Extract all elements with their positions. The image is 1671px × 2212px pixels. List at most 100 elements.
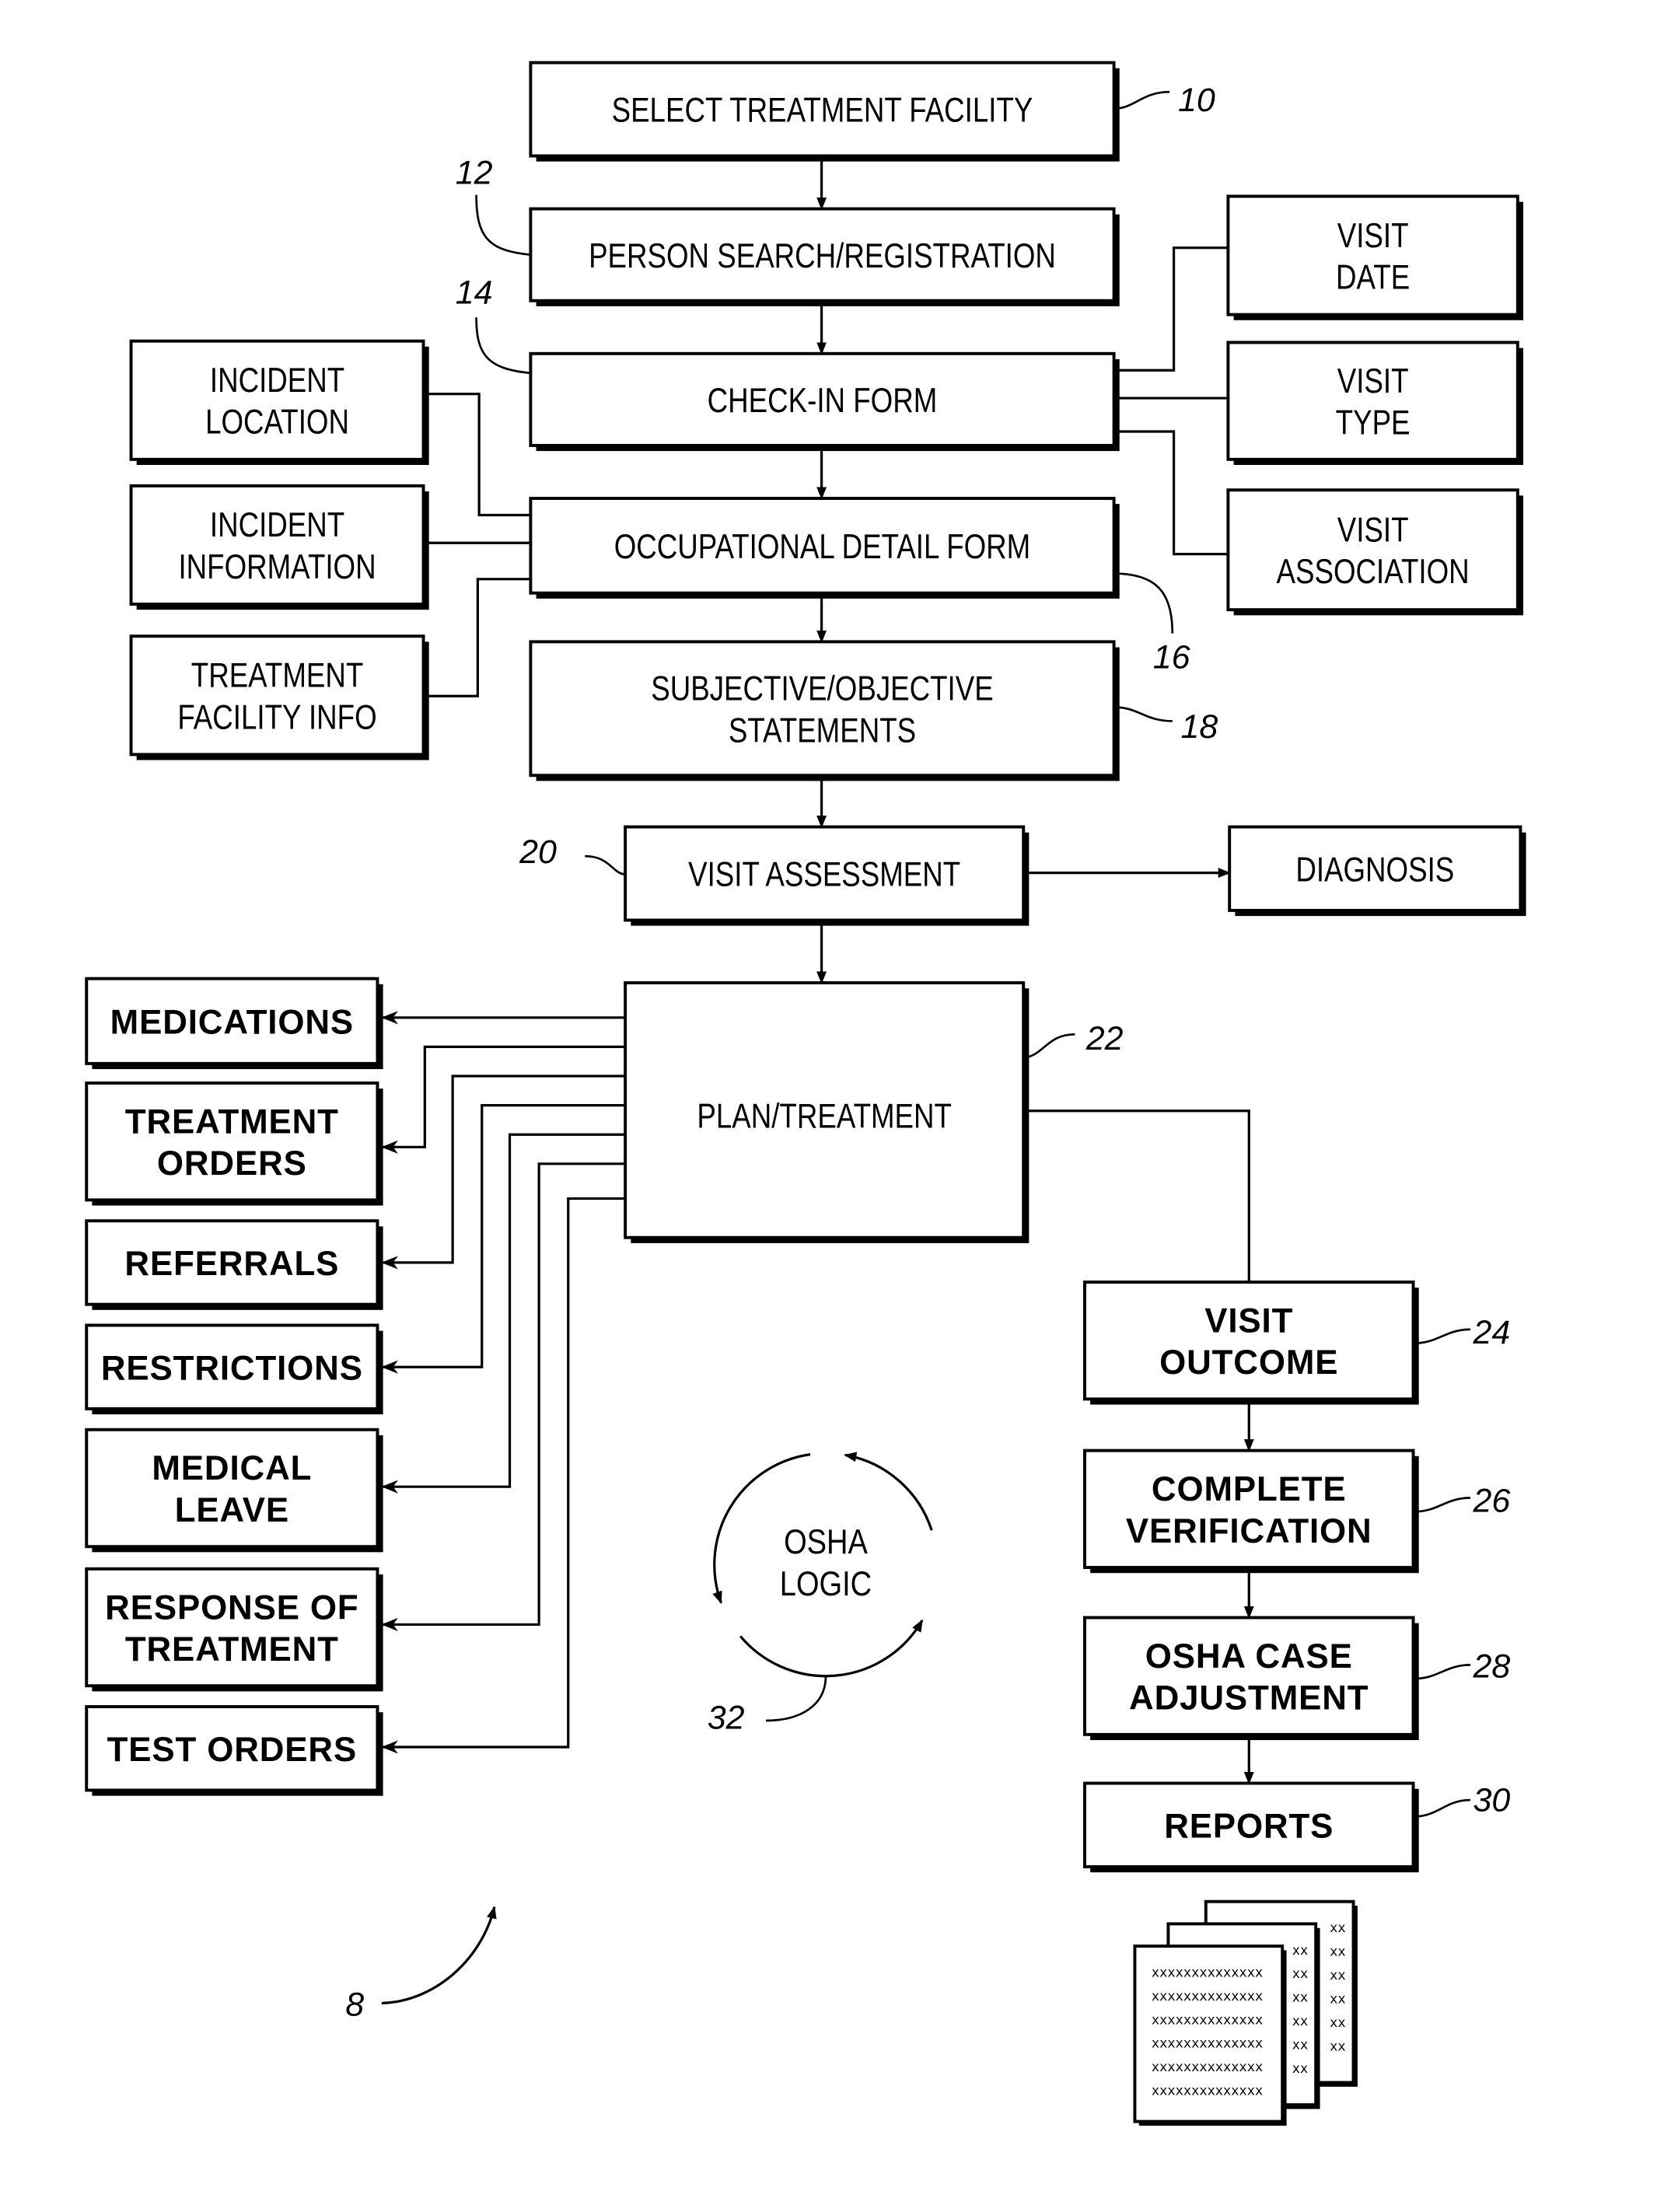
ref-10-leader (1113, 90, 1170, 110)
connector-plan-to-response-of-treatment (381, 1162, 626, 1632)
restrictions-label-line-1: RESTRICTIONS (101, 1349, 363, 1387)
test-orders-label-line-1: TEST ORDERS (107, 1731, 357, 1769)
connector-plan-to-test-orders (381, 1197, 626, 1754)
incident-location-box-frame (129, 339, 425, 461)
subjective-objective-statements-label-line-2: STATEMENTS (729, 711, 916, 750)
visit-type-box: VISITTYPE (1226, 341, 1523, 466)
ref-32: 32 (708, 1700, 745, 1737)
report-page-edge-text: xx (1330, 2039, 1345, 2054)
visit-date-box: VISITDATE (1226, 194, 1523, 320)
subjective-objective-statements-box: SUBJECTIVE/OBJECTIVESTATEMENTS (529, 640, 1120, 781)
report-documents-icon: xxxxxxxxxxxxxxxxxxxxxxxxxxxxxxxxxxxxxxxx… (1133, 1899, 1358, 2126)
connector-incident-location (423, 393, 531, 517)
ref-20: 20 (519, 833, 557, 871)
response-of-treatment-box: RESPONSE OFTREATMENT (85, 1567, 383, 1692)
ref-18: 18 (1181, 708, 1218, 746)
medical-leave-box: MEDICAL LEAVE (85, 1427, 383, 1553)
complete-verification-label-line-1: COMPLETE (1152, 1470, 1347, 1508)
visit-association-label-line-1: VISIT (1337, 510, 1409, 549)
complete-verification-box: COMPLETEVERIFICATION (1083, 1448, 1419, 1574)
diagnosis-label-line-1: DIAGNOSIS (1295, 850, 1454, 889)
visit-outcome-label-line-1: VISIT (1204, 1302, 1293, 1340)
ref-30-leader (1413, 1798, 1470, 1818)
medications-label-line-1: MEDICATIONS (110, 1003, 354, 1041)
incident-location-label-line-1: INCIDENT (210, 361, 344, 400)
connector-treatment-facility-info (423, 578, 531, 697)
test-orders-box: TEST ORDERS (85, 1705, 383, 1796)
visit-date-label-line-1: VISIT (1337, 215, 1409, 254)
report-page-edge-text: xx (1292, 2061, 1308, 2077)
person-search-registration-label-line-1: PERSON SEARCH/REGISTRATION (589, 236, 1056, 274)
ref-14: 14 (456, 274, 493, 311)
visit-date-box-frame (1226, 194, 1519, 316)
ref-32-leader (765, 1676, 827, 1722)
ref-26-leader (1413, 1497, 1470, 1513)
visit-outcome-box: VISIT OUTCOME (1083, 1281, 1419, 1405)
check-in-form-box: CHECK-IN FORM (529, 351, 1120, 452)
connector-plan-to-visit-outcome (1023, 1109, 1250, 1282)
select-treatment-facility-box: SELECT TREATMENT FACILITY (529, 61, 1120, 162)
figure-ref-arrow (381, 1906, 497, 2005)
connector-plan-to-medical-leave (381, 1133, 626, 1494)
treatment-facility-info-box: TREATMENTFACILITY INFO (129, 634, 429, 760)
ref-24-leader (1413, 1328, 1470, 1345)
referrals-label-line-1: REFERRALS (124, 1245, 339, 1283)
figure-ref-8: 8 (345, 1987, 364, 2024)
visit-assessment-box: VISIT ASSESSMENT (624, 825, 1030, 926)
medical-leave-label-line-1: MEDICAL (152, 1449, 312, 1487)
incident-information-box-frame (129, 484, 425, 606)
ref-28: 28 (1473, 1648, 1511, 1685)
ref-22: 22 (1085, 1020, 1124, 1057)
response-of-treatment-label-line-2: TREATMENT (125, 1630, 339, 1669)
osha-case-adjustment-label-line-1: OSHA CASE (1145, 1637, 1353, 1676)
cycle-arc-top-right (844, 1452, 933, 1531)
diagnosis-box: DIAGNOSIS (1228, 825, 1526, 917)
reports-box: REPORTS (1083, 1781, 1419, 1873)
treatment-facility-info-box-frame (129, 634, 425, 757)
treatment-facility-info-label-line-2: FACILITY INFO (177, 697, 376, 736)
ref-20-leader (585, 854, 626, 875)
subjective-objective-statements-label-line-1: SUBJECTIVE/OBJECTIVE (651, 669, 993, 708)
occupational-detail-form-box: OCCUPATIONAL DETAIL FORM (529, 497, 1120, 599)
visit-date-label-line-2: DATE (1336, 257, 1410, 296)
ref-12: 12 (456, 154, 493, 191)
medical-leave-label-line-2: LEAVE (175, 1491, 289, 1529)
visit-association-box-frame (1226, 488, 1519, 612)
report-page-text-line: xxxxxxxxxxxxxx (1152, 1965, 1263, 1980)
incident-location-label-line-2: LOCATION (205, 402, 349, 441)
ref-22-leader (1023, 1033, 1075, 1060)
osha-case-adjustment-box: OSHA CASEADJUSTMENT (1083, 1616, 1419, 1741)
report-page-edge-text: xx (1292, 2014, 1308, 2029)
report-page-text-line: xxxxxxxxxxxxxx (1152, 2012, 1263, 2028)
plan-treatment-box: PLAN/TREATMENT (624, 981, 1030, 1243)
restrictions-box: RESTRICTIONS (85, 1323, 383, 1415)
visit-type-label-line-2: TYPE (1336, 403, 1411, 442)
report-page-edge-text: xx (1292, 1966, 1308, 1982)
treatment-orders-label-line-1: TREATMENT (125, 1103, 339, 1141)
connector-plan-to-restrictions (381, 1103, 626, 1374)
plan-treatment-label-line-1: PLAN/TREATMENT (697, 1096, 952, 1135)
ref-24: 24 (1473, 1314, 1511, 1351)
referrals-box: REFERRALS (85, 1219, 383, 1310)
report-page-edge-text: xx (1292, 1943, 1308, 1959)
incident-information-box: INCIDENTINFORMATION (129, 484, 429, 610)
report-page-edge-text: xx (1330, 1920, 1345, 1936)
ref-14-leader (475, 317, 531, 375)
visit-association-box: VISITASSOCIATION (1226, 488, 1523, 616)
reports-label-line-1: REPORTS (1164, 1807, 1334, 1845)
treatment-orders-box: TREATMENTORDERS (85, 1081, 383, 1206)
report-page-text-line: xxxxxxxxxxxxxx (1152, 2084, 1263, 2099)
select-treatment-facility-label-line-1: SELECT TREATMENT FACILITY (612, 90, 1033, 129)
osha-case-adjustment-label-line-2: ADJUSTMENT (1129, 1679, 1369, 1717)
ref-16-leader (1113, 572, 1174, 634)
medications-box: MEDICATIONS (85, 977, 383, 1070)
complete-verification-label-line-2: VERIFICATION (1126, 1511, 1372, 1550)
visit-type-label-line-1: VISIT (1337, 361, 1409, 400)
report-page-edge-text: xx (1330, 1945, 1345, 1960)
visit-assessment-label-line-1: VISIT ASSESSMENT (688, 854, 960, 893)
osha-logic-cycle: OSHALOGIC 32 (708, 1452, 933, 1737)
report-page-edge-text: xx (1292, 1990, 1308, 2006)
response-of-treatment-label-line-1: RESPONSE OF (105, 1588, 358, 1627)
ref-12-leader (475, 194, 531, 256)
osha-logic-label-line-2: LOGIC (780, 1564, 872, 1603)
